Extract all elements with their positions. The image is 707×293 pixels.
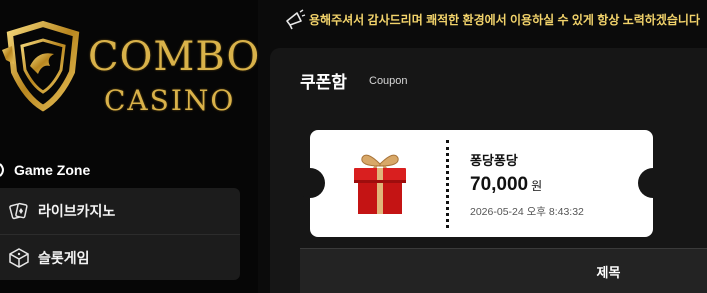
coupon-card[interactable]: 퐁당퐁당 70,000 원 2026-05-24 오후 8:43:32 xyxy=(295,130,668,237)
coupon-notch-right xyxy=(638,168,668,198)
coupon-amount: 70,000 원 xyxy=(470,174,542,196)
coupon-table-header: 제목 xyxy=(300,248,707,293)
sidebar-item-label: 라이브카지노 xyxy=(38,203,116,219)
playing-cards-icon xyxy=(8,200,30,222)
slot-machine-icon xyxy=(8,247,30,269)
sidebar-item-slot-games[interactable]: 슬롯게임 xyxy=(0,234,240,280)
sidebar: COMBO CASINO Game Zone 라이브카지노 슬롯게임 xyxy=(0,0,259,293)
gift-box-icon xyxy=(354,154,406,214)
coupon-amount-value: 70,000 xyxy=(470,174,529,195)
page-subtitle: Coupon xyxy=(369,75,408,87)
game-zone-menu: 라이브카지노 슬롯게임 xyxy=(0,188,240,280)
notice-text: 용해주셔서 감사드리며 쾌적한 환경에서 이용하실 수 있게 항상 노력하겠습니… xyxy=(309,12,700,27)
coupon-name: 퐁당퐁당 xyxy=(470,153,518,168)
sidebar-item-live-casino[interactable]: 라이브카지노 xyxy=(0,188,240,234)
column-header-title: 제목 xyxy=(596,264,621,280)
shield-logo-icon xyxy=(2,20,80,112)
coupon-date: 2026-05-24 오후 8:43:32 xyxy=(470,206,584,218)
coupon-notch-left xyxy=(295,168,325,198)
coupon-perforation xyxy=(446,140,449,228)
game-zone-title: Game Zone xyxy=(14,162,91,178)
game-zone-header: Game Zone xyxy=(0,155,90,185)
combo-casino-logo[interactable]: COMBO CASINO xyxy=(0,14,259,119)
coupon-amount-unit: 원 xyxy=(531,179,543,193)
megaphone-icon xyxy=(286,9,306,30)
notice-marquee: 용해주셔서 감사드리며 쾌적한 환경에서 이용하실 수 있게 항상 노력하겠습니… xyxy=(278,0,707,38)
sidebar-item-label: 슬롯게임 xyxy=(38,249,90,266)
coupon-panel: 쿠폰함 Coupon 퐁당퐁당 70,000 원 2026-05-24 오후 8:… xyxy=(270,48,707,293)
logo-text-casino: CASINO xyxy=(104,84,236,117)
logo-text-combo: COMBO xyxy=(88,34,261,80)
page-title: 쿠폰함 xyxy=(300,73,347,92)
game-zone-icon xyxy=(0,161,8,179)
